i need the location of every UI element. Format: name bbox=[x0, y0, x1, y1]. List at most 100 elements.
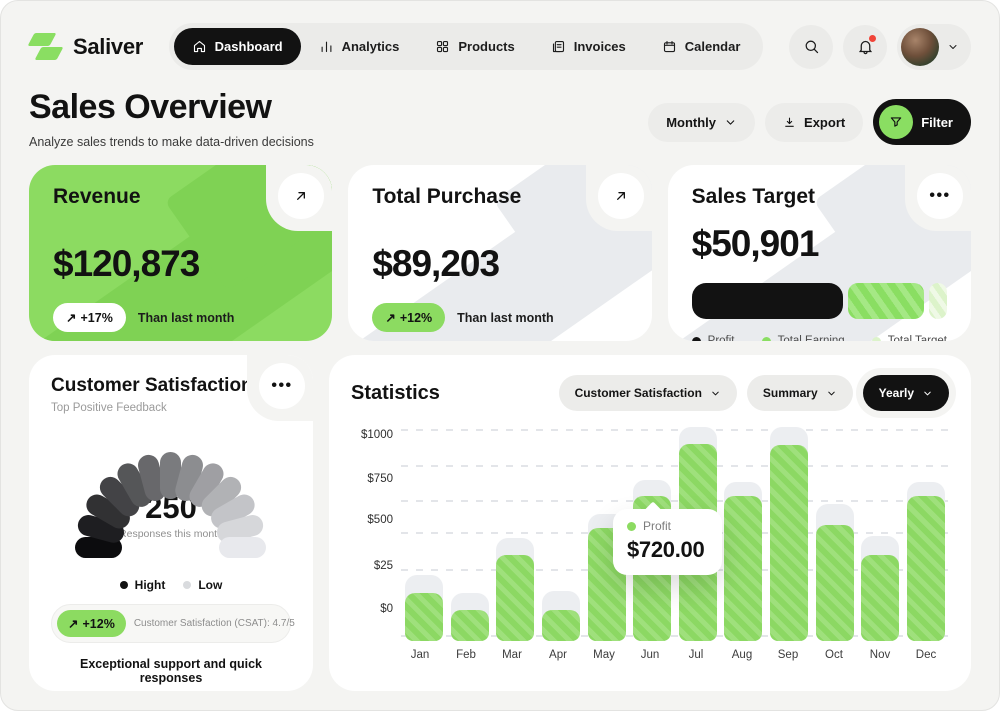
bar-profit-dec[interactable] bbox=[907, 496, 945, 641]
bar-profit-apr[interactable] bbox=[542, 610, 580, 641]
gauge-legend: HightLow bbox=[51, 578, 291, 592]
page-header-text: Sales Overview Analyze sales trends to m… bbox=[29, 88, 314, 149]
bar-profit-feb[interactable] bbox=[451, 610, 489, 641]
user-menu[interactable] bbox=[897, 24, 971, 70]
nav-item-analytics[interactable]: Analytics bbox=[301, 28, 418, 65]
legend-item: Total Earning bbox=[762, 335, 845, 341]
gauge-legend-low: Low bbox=[183, 578, 222, 592]
satisfaction-footer: Exceptional support and quick responses bbox=[51, 657, 291, 685]
revenue-value: $120,873 bbox=[53, 243, 308, 285]
bar-profit-sep[interactable] bbox=[770, 445, 808, 641]
main-nav: DashboardAnalytics Products Invoices Calend… bbox=[169, 23, 764, 70]
x-tick-label: Apr bbox=[539, 649, 577, 661]
chart-y-axis: $1000 $750 $500 $25 $0 bbox=[351, 425, 401, 641]
notification-dot bbox=[868, 34, 877, 43]
revenue-note: Than last month bbox=[138, 311, 235, 325]
nav-item-invoices[interactable]: Invoices bbox=[533, 28, 644, 65]
ellipsis-icon: ••• bbox=[929, 191, 950, 201]
page-actions: Monthly Export Filter bbox=[648, 99, 971, 149]
notifications-button[interactable] bbox=[843, 25, 887, 69]
tooltip-series-dot bbox=[627, 522, 636, 531]
legend-item: Profit bbox=[692, 335, 735, 341]
x-tick-label: Jul bbox=[677, 649, 715, 661]
brand[interactable]: Saliver bbox=[29, 30, 143, 64]
chart-tooltip: Profit $720.00 bbox=[613, 509, 722, 575]
sales-target-legend: ProfitTotal EarningTotal Target bbox=[692, 335, 947, 341]
satisfaction-menu-button[interactable]: ••• bbox=[259, 363, 305, 409]
funnel-icon bbox=[879, 105, 913, 139]
bar-profit-aug[interactable] bbox=[724, 496, 762, 641]
satisfaction-gauge: 250 Responses this month bbox=[53, 428, 289, 570]
y-tick-label: $1000 bbox=[361, 429, 393, 441]
x-tick-label: Jun bbox=[631, 649, 669, 661]
nav-item-label: Products bbox=[458, 39, 514, 54]
chart-x-axis: JanFebMarAprMayJunJulAugSepOctNovDec bbox=[401, 641, 949, 661]
chevron-down-icon bbox=[710, 388, 721, 399]
period-dropdown[interactable]: Monthly bbox=[648, 103, 755, 142]
bar-column-feb[interactable] bbox=[451, 425, 489, 641]
brand-logo-icon bbox=[29, 30, 63, 64]
analytics-icon bbox=[319, 39, 334, 54]
sales-target-menu-button[interactable]: ••• bbox=[917, 173, 963, 219]
bar-column-mar[interactable] bbox=[496, 425, 534, 641]
bar-column-oct[interactable] bbox=[816, 425, 854, 641]
x-tick-label: May bbox=[585, 649, 623, 661]
statistics-header: Statistics Customer Satisfaction Summary Y… bbox=[351, 375, 949, 411]
statistics-card: Statistics Customer Satisfaction Summary Y… bbox=[329, 355, 971, 691]
dashboard-app: Saliver DashboardAnalytics Products Invoic… bbox=[0, 0, 1000, 711]
y-tick-label: $0 bbox=[380, 603, 393, 615]
total-purchase-badge: ↗ +12% bbox=[372, 303, 445, 332]
bar-profit-jan[interactable] bbox=[405, 593, 443, 641]
bar-column-dec[interactable] bbox=[907, 425, 945, 641]
total-purchase-open-button[interactable] bbox=[598, 173, 644, 219]
bar-profit-mar[interactable] bbox=[496, 555, 534, 641]
bar-profit-oct[interactable] bbox=[816, 525, 854, 641]
revenue-open-button[interactable] bbox=[278, 173, 324, 219]
search-button[interactable] bbox=[789, 25, 833, 69]
y-tick-label: $25 bbox=[374, 560, 393, 572]
download-icon bbox=[783, 116, 796, 129]
x-tick-label: Sep bbox=[769, 649, 807, 661]
export-button[interactable]: Export bbox=[765, 103, 863, 142]
bar-column-sep[interactable] bbox=[770, 425, 808, 641]
sales-target-value: $50,901 bbox=[692, 223, 947, 265]
filter-dropdown-summary[interactable]: Summary bbox=[747, 375, 853, 411]
y-tick-label: $750 bbox=[367, 473, 393, 485]
arrow-up-right-icon bbox=[293, 188, 309, 204]
bar-column-aug[interactable] bbox=[724, 425, 762, 641]
filter-dropdown-customer-satisfaction[interactable]: Customer Satisfaction bbox=[559, 375, 737, 411]
filter-button-label: Filter bbox=[921, 115, 953, 130]
products-icon bbox=[435, 39, 450, 54]
statistics-title: Statistics bbox=[351, 382, 440, 405]
csat-row: ↗ +12% Customer Satisfaction (CSAT): 4.7… bbox=[51, 604, 291, 643]
x-tick-label: Feb bbox=[447, 649, 485, 661]
chevron-down-icon bbox=[724, 116, 737, 129]
customer-satisfaction-card: Customer Satisfaction Top Positive Feedb… bbox=[29, 355, 313, 691]
top-actions bbox=[789, 24, 971, 70]
bar-profit-nov[interactable] bbox=[861, 555, 899, 641]
bar-column-jan[interactable] bbox=[405, 425, 443, 641]
revenue-card: Revenue $120,873 ↗ +17% Than last month bbox=[29, 165, 332, 341]
statistics-chart: $1000 $750 $500 $25 $0 Profit $720.00 bbox=[351, 425, 949, 641]
nav-item-label: Calendar bbox=[685, 39, 741, 54]
nav-item-calendar[interactable]: Calendar bbox=[644, 28, 759, 65]
home-icon bbox=[192, 39, 207, 54]
x-tick-label: Jan bbox=[401, 649, 439, 661]
page-header: Sales Overview Analyze sales trends to m… bbox=[29, 88, 971, 149]
x-tick-label: Aug bbox=[723, 649, 761, 661]
csat-badge: ↗ +12% bbox=[57, 610, 126, 637]
filter-button[interactable]: Filter bbox=[873, 99, 971, 145]
y-tick-label: $500 bbox=[367, 514, 393, 526]
filter-dropdown-yearly[interactable]: Yearly bbox=[863, 375, 949, 411]
nav-item-dashboard[interactable]: Dashboard bbox=[174, 28, 301, 65]
arrow-up-right-icon bbox=[613, 188, 629, 204]
bar-column-nov[interactable] bbox=[861, 425, 899, 641]
sales-target-card: Sales Target $50,901 ProfitTotal Earning… bbox=[668, 165, 971, 341]
stat-cards: Revenue $120,873 ↗ +17% Than last month … bbox=[29, 165, 971, 341]
bar-column-apr[interactable] bbox=[542, 425, 580, 641]
revenue-badge: ↗ +17% bbox=[53, 303, 126, 332]
chevron-down-icon bbox=[922, 388, 933, 399]
x-tick-label: Nov bbox=[861, 649, 899, 661]
progress-segment-total-target bbox=[929, 283, 947, 319]
nav-item-products[interactable]: Products bbox=[417, 28, 532, 65]
